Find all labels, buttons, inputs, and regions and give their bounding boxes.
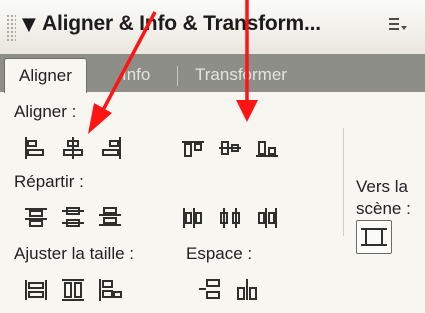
distribute-bottom-icon[interactable] xyxy=(96,204,124,232)
space-evenly-vertical-icon[interactable] xyxy=(196,276,224,304)
panel-menu-icon[interactable] xyxy=(388,16,408,36)
tab-aligner[interactable]: Aligner xyxy=(4,58,87,93)
tab-transformer[interactable]: Transformer xyxy=(181,58,301,92)
distribute-top-icon[interactable] xyxy=(22,204,50,232)
panel-title: Aligner & Info & Transform... xyxy=(42,12,321,35)
align-right-edge-icon[interactable] xyxy=(96,134,124,162)
triangle-down-icon[interactable]: ▼ xyxy=(22,14,36,35)
column-divider xyxy=(343,128,344,236)
distribute-left-icon[interactable] xyxy=(179,204,207,232)
tab-separator xyxy=(177,66,178,86)
to-stage-label: Vers la scène : xyxy=(356,177,411,218)
match-width-and-height-icon[interactable] xyxy=(96,276,124,304)
distribute-right-icon[interactable] xyxy=(253,204,281,232)
match-width-icon[interactable] xyxy=(22,276,50,304)
align-top-edge-icon[interactable] xyxy=(179,134,207,162)
align-label: Aligner : xyxy=(14,102,77,121)
align-vertical-center-icon[interactable] xyxy=(216,134,244,162)
align-bottom-edge-icon[interactable] xyxy=(253,134,281,162)
space-label: Espace : xyxy=(186,244,253,263)
distribute-label: Répartir : xyxy=(14,172,84,191)
match-size-label: Ajuster la taille : xyxy=(14,244,134,263)
space-evenly-horizontal-icon[interactable] xyxy=(233,276,261,304)
distribute-horizontal-center-icon[interactable] xyxy=(216,204,244,232)
align-left-edge-icon[interactable] xyxy=(22,134,50,162)
match-height-icon[interactable] xyxy=(59,276,87,304)
distribute-vertical-center-icon[interactable] xyxy=(59,204,87,232)
tab-info[interactable]: Info xyxy=(108,58,164,92)
panel-window: ▼ Aligner & Info & Transform... Aligner … xyxy=(0,0,425,313)
tab-bar: Aligner Info Transformer xyxy=(0,54,425,93)
panel-grip-handle[interactable] xyxy=(6,14,16,42)
to-stage-toggle-button[interactable] xyxy=(356,220,392,254)
panel-title-bar[interactable]: ▼ Aligner & Info & Transform... xyxy=(0,0,425,55)
align-horizontal-center-icon[interactable] xyxy=(59,134,87,162)
